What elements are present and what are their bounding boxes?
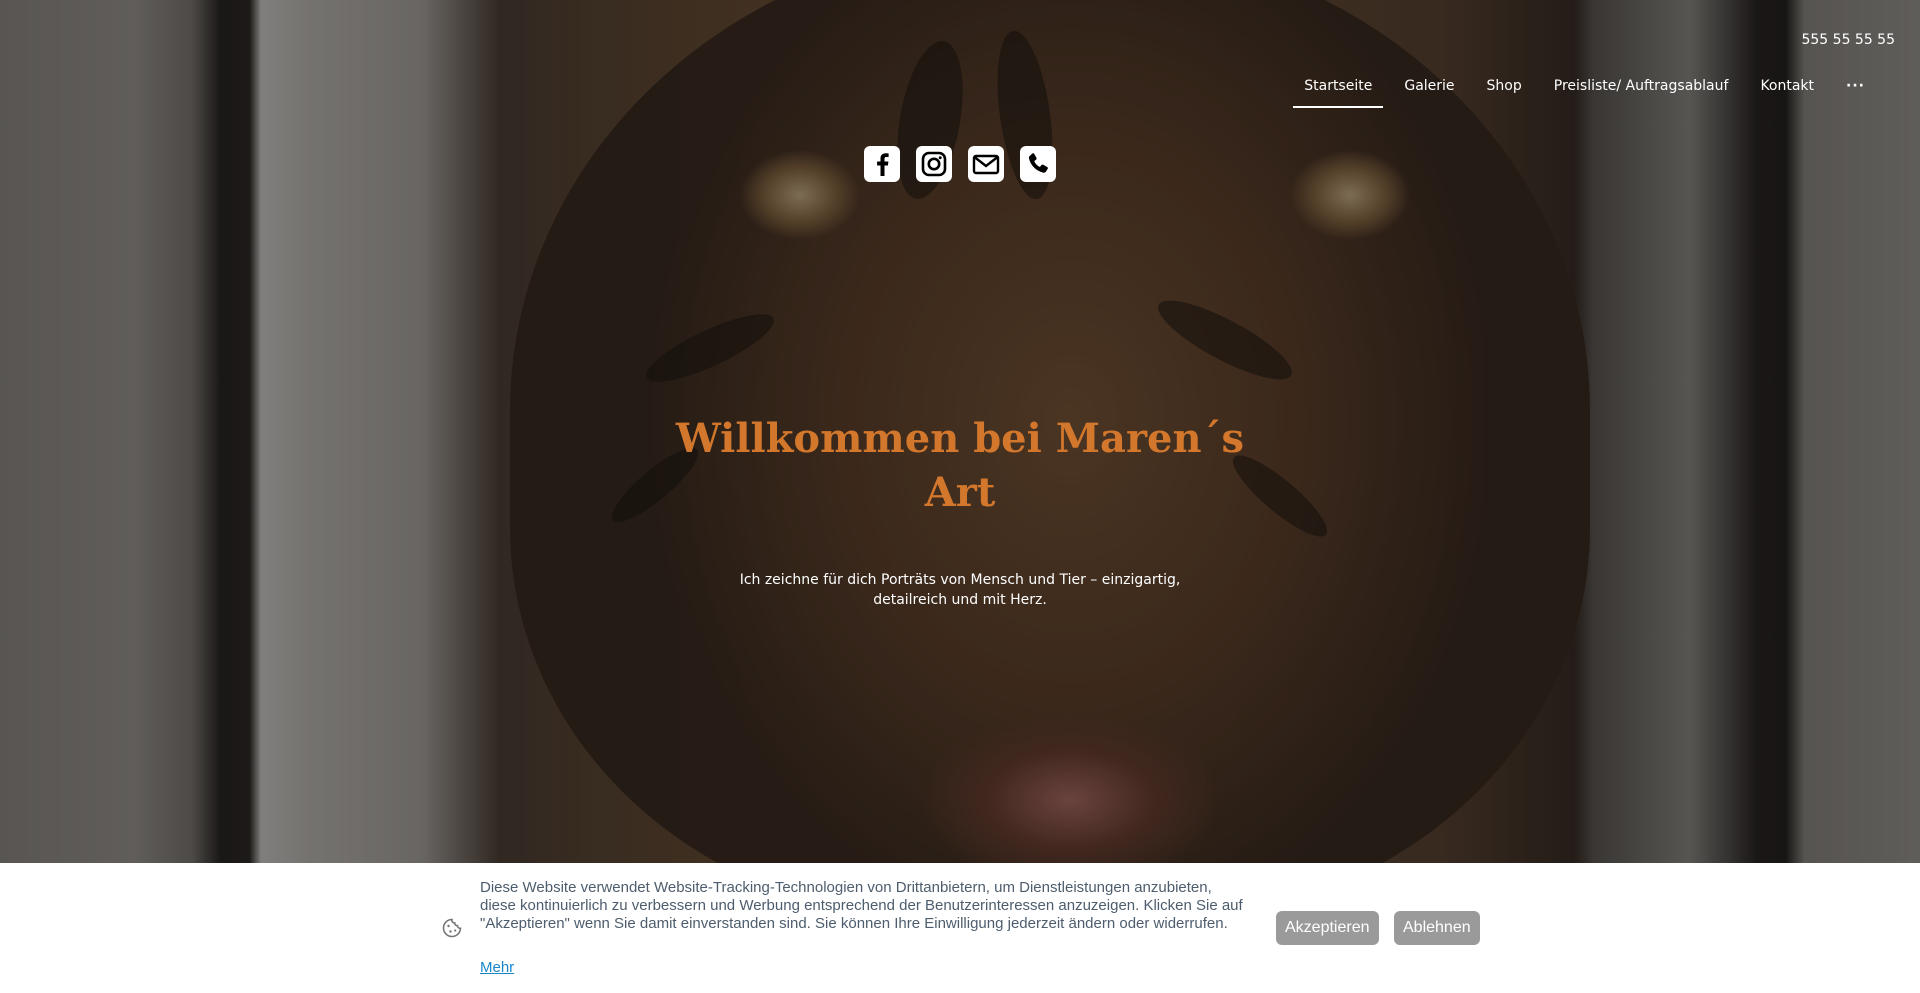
nav-item-shop[interactable]: Shop [1476, 74, 1533, 108]
page-subtitle-line1: Ich zeichne für dich Porträts von Mensch… [739, 572, 1181, 588]
phone-icon[interactable] [1020, 146, 1056, 182]
accept-button[interactable]: Akzeptieren [1276, 911, 1379, 945]
page-title: Willkommen bei Maren´s Art [660, 412, 1260, 520]
decline-button[interactable]: Ablehnen [1394, 911, 1480, 945]
page-title-line2: Art [924, 469, 996, 516]
cookie-icon [442, 918, 462, 938]
nav-item-startseite[interactable]: Startseite [1293, 74, 1384, 108]
cookie-banner: Diese Website verwendet Website-Tracking… [0, 863, 1920, 993]
cookie-more-link[interactable]: Mehr [480, 959, 514, 976]
cookie-text: Diese Website verwendet Website-Tracking… [480, 879, 1243, 932]
nav-more-button[interactable]: ··· [1835, 74, 1876, 108]
main-nav: Startseite Galerie Shop Preisliste/ Auft… [1283, 74, 1876, 108]
page-subtitle-line2: detailreich und mit Herz. [873, 592, 1047, 608]
facebook-icon[interactable] [864, 146, 900, 182]
social-icons [864, 146, 1056, 182]
nav-item-kontakt[interactable]: Kontakt [1749, 74, 1825, 108]
mail-icon[interactable] [968, 146, 1004, 182]
page-title-line1: Willkommen bei Maren´s [675, 415, 1245, 462]
nav-item-galerie[interactable]: Galerie [1393, 74, 1465, 108]
nav-item-preisliste[interactable]: Preisliste/ Auftragsablauf [1543, 74, 1740, 108]
instagram-icon[interactable] [916, 146, 952, 182]
header-phone[interactable]: 555 55 55 55 [1801, 32, 1895, 48]
page-subtitle: Ich zeichne für dich Porträts von Mensch… [720, 570, 1200, 610]
